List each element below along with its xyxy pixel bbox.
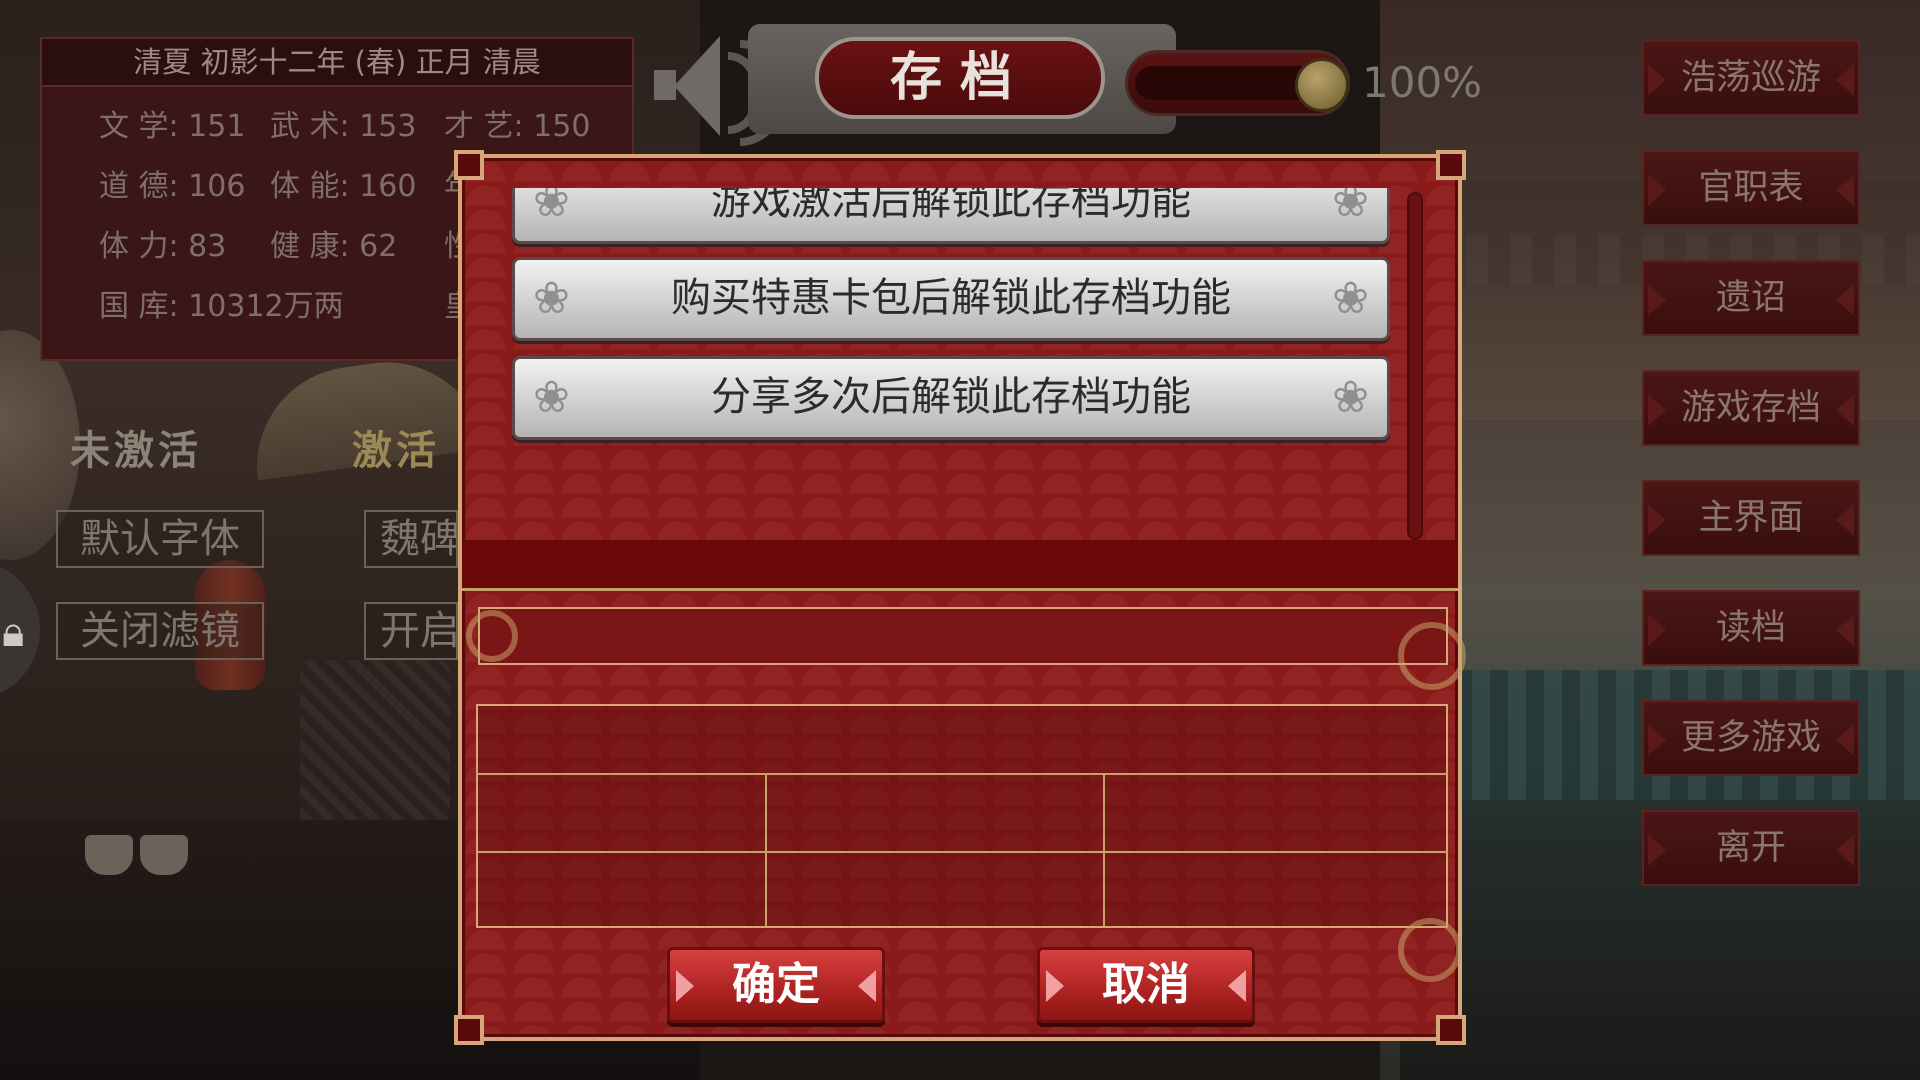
table-gridline [476,773,1448,775]
scene-cup [140,835,188,875]
table-gridline [1103,775,1105,927]
stats-date-header: 清夏 初影十二年 (春) 正月 清晨 [42,39,632,87]
menu-official-ranks-button[interactable]: 官职表 [1642,150,1860,226]
stat-stamina: 体 力: 83 [99,229,227,264]
filter-off-button[interactable]: 关闭滤镜 [56,602,264,660]
save-slot-label: 游戏激活后解锁此存档功能 [711,188,1191,224]
speaker-body [654,70,676,100]
menu-load-button[interactable]: 读档 [1642,590,1860,666]
cloud-ornament [466,610,518,662]
table-gridline [476,851,1448,853]
menu-game-save-button[interactable]: 游戏存档 [1642,370,1860,446]
font-default-button[interactable]: 默认字体 [56,510,264,568]
menu-main-screen-button[interactable]: 主界面 [1642,480,1860,556]
menu-grand-tour-button[interactable]: 浩荡巡游 [1642,40,1860,116]
save-slot-list[interactable]: ❀ 游戏激活后解锁此存档功能 ❀ ❀ 购买特惠卡包后解锁此存档功能 ❀ ❀ 分享… [458,188,1462,540]
cloud-ornament [1398,622,1466,690]
save-slot-label: 分享多次后解锁此存档功能 [711,374,1191,420]
stat-physique: 体 能: 160 [270,169,417,204]
volume-knob[interactable] [1295,58,1349,112]
lock-icon[interactable]: 🔒︎ [2,607,24,657]
dialog-divider-line [462,588,1458,591]
page-title: 存档 [815,37,1105,119]
dialog-corner [454,1015,484,1045]
stat-martial: 武 术: 153 [270,109,417,144]
scroll-ornament-icon: ❀ [1332,372,1369,423]
save-slot-share[interactable]: ❀ 分享多次后解锁此存档功能 ❀ [512,356,1390,440]
cancel-button[interactable]: 取消 [1037,947,1255,1023]
scene-cup [85,835,133,875]
volume-percent: 100% [1362,58,1483,107]
menu-exit-button[interactable]: 离开 [1642,810,1860,886]
confirm-button[interactable]: 确定 [667,947,885,1023]
dialog-corner [1436,150,1466,180]
save-info-table [476,704,1448,928]
scroll-ornament-icon: ❀ [533,188,570,227]
save-name-field[interactable] [478,607,1448,665]
inactive-label: 未激活 [70,427,202,474]
stat-morality: 道 德: 106 [99,169,246,204]
stat-treasury: 国 库: 10312万两 [99,289,344,324]
scroll-ornament-icon: ❀ [533,372,570,423]
table-gridline [765,775,767,927]
save-slot-activate[interactable]: ❀ 游戏激活后解锁此存档功能 ❀ [512,188,1390,244]
menu-more-games-button[interactable]: 更多游戏 [1642,700,1860,776]
save-slot-label: 购买特惠卡包后解锁此存档功能 [671,275,1231,321]
stat-literature: 文 学: 151 [99,109,246,144]
stat-health: 健 康: 62 [270,229,398,264]
stat-art: 才 艺: 150 [444,109,591,144]
dialog-corner [454,150,484,180]
font-wei-button[interactable]: 魏碑 [364,510,458,568]
speaker-cone [674,36,720,136]
save-slot-special-card[interactable]: ❀ 购买特惠卡包后解锁此存档功能 ❀ [512,257,1390,341]
scroll-ornament-icon: ❀ [1332,273,1369,324]
dialog-corner [1436,1015,1466,1045]
scroll-ornament-icon: ❀ [533,273,570,324]
dialog-divider-band [462,540,1458,588]
filter-on-button[interactable]: 开启 [364,602,458,660]
scroll-ornament-icon: ❀ [1332,188,1369,227]
menu-testament-button[interactable]: 遗诏 [1642,260,1860,336]
slot-list-scrollbar[interactable] [1407,192,1423,540]
cloud-ornament [1398,918,1462,982]
active-label: 激活 [352,427,440,474]
scene-carving [300,660,450,840]
